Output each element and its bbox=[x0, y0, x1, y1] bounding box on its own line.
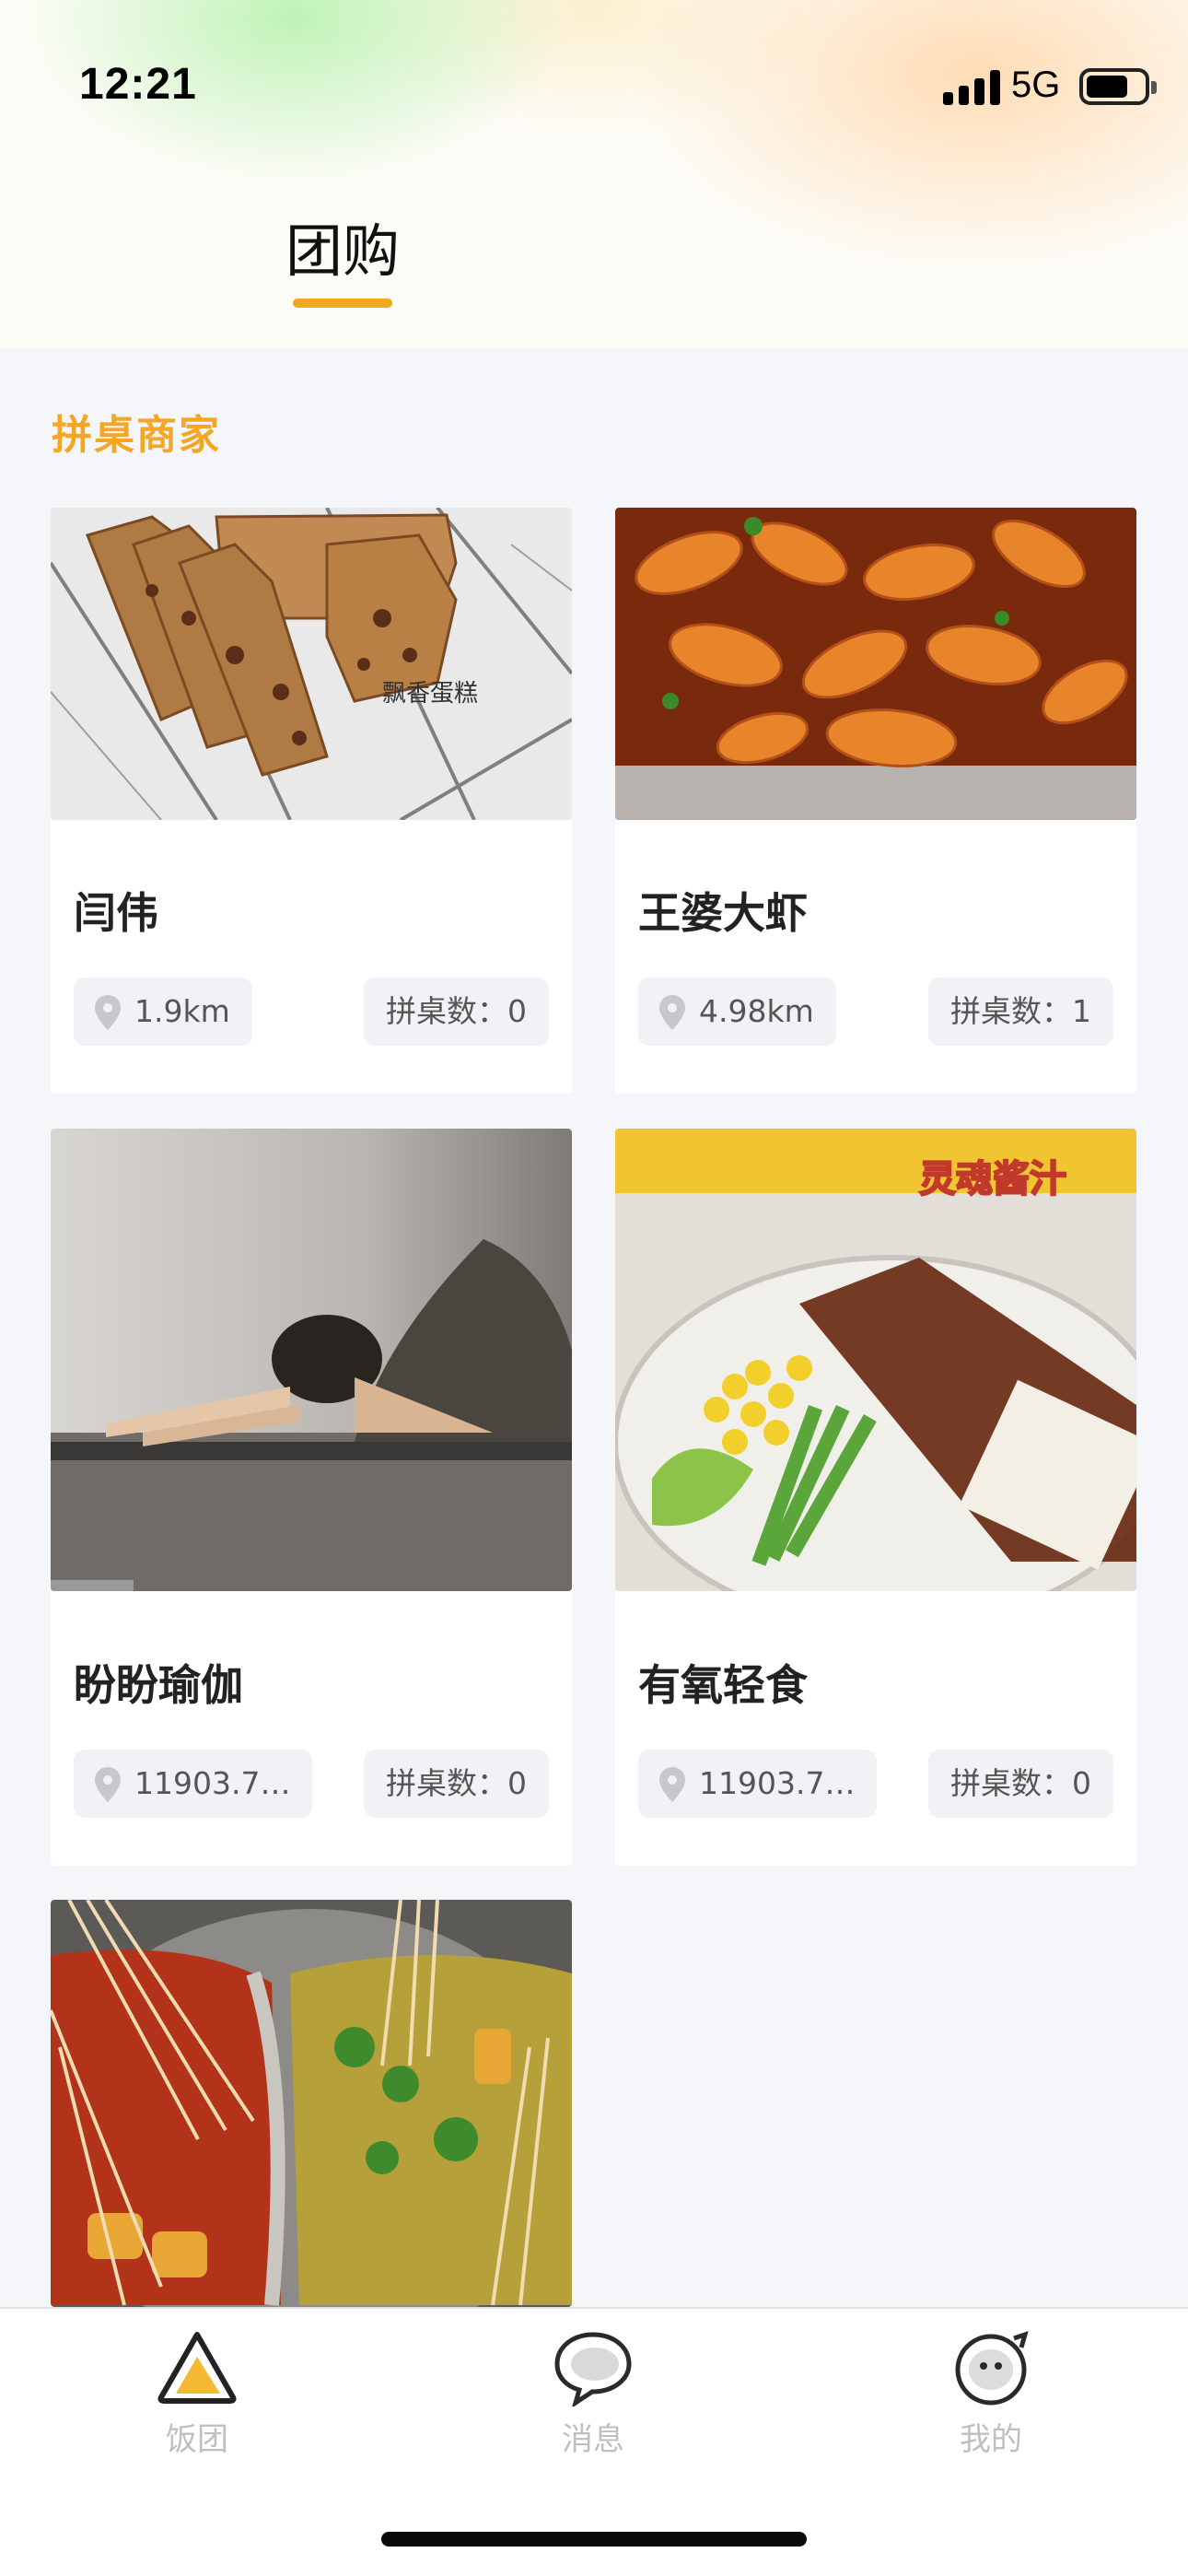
status-bar: 12:21 5G bbox=[0, 0, 1188, 175]
battery-icon bbox=[1079, 68, 1157, 105]
table-count-label: 拼桌数： bbox=[386, 1765, 507, 1801]
distance-badge: 1.9km bbox=[74, 978, 252, 1046]
distance-badge: 11903.7… bbox=[638, 1750, 878, 1818]
yoga-pose-photo bbox=[51, 1129, 572, 1591]
merchant-name: 王婆大虾 bbox=[638, 888, 808, 938]
merchant-name: 盼盼瑜伽 bbox=[74, 1660, 243, 1710]
message-bubble-icon bbox=[554, 2332, 632, 2406]
overlay-text: 灵魂酱汁 bbox=[919, 1158, 1066, 1200]
tab-messages[interactable]: 消息 bbox=[501, 2329, 685, 2459]
merchant-card[interactable]: 飘香蛋糕 闫伟 1.9km 拼桌数：0 bbox=[51, 508, 572, 1094]
tab-label: 消息 bbox=[562, 2421, 624, 2458]
table-count-label: 拼桌数： bbox=[386, 993, 507, 1029]
table-count-badge: 拼桌数：0 bbox=[364, 978, 549, 1046]
distance-text: 1.9km bbox=[134, 993, 230, 1029]
table-count-label: 拼桌数： bbox=[950, 1765, 1072, 1801]
hotpot-skewers-photo bbox=[51, 1900, 572, 2307]
merchant-card[interactable]: 盼盼瑜伽 11903.7… 拼桌数：0 bbox=[51, 1129, 572, 1866]
merchant-name: 有氧轻食 bbox=[638, 1660, 808, 1710]
table-count-label: 拼桌数： bbox=[950, 993, 1072, 1029]
location-pin-icon bbox=[659, 1767, 685, 1802]
table-count-value: 0 bbox=[507, 993, 527, 1029]
signal-icon bbox=[943, 70, 1000, 105]
tab-fantuan[interactable]: 饭团 bbox=[105, 2329, 289, 2459]
table-count-value: 1 bbox=[1072, 993, 1091, 1029]
tab-indicator bbox=[293, 299, 392, 308]
merchant-card[interactable] bbox=[51, 1900, 572, 2307]
fantuan-icon bbox=[157, 2332, 237, 2404]
table-count-value: 0 bbox=[507, 1765, 527, 1801]
distance-text: 11903.7… bbox=[699, 1765, 856, 1801]
distance-text: 11903.7… bbox=[134, 1765, 291, 1801]
salad-sauce-photo: 灵魂酱汁 bbox=[615, 1129, 1136, 1591]
location-pin-icon bbox=[95, 995, 121, 1030]
spicy-shrimp-photo bbox=[615, 508, 1136, 820]
tab-groupbuy[interactable]: 团购 bbox=[285, 205, 400, 287]
location-pin-icon bbox=[659, 995, 685, 1030]
location-pin-icon bbox=[95, 1767, 121, 1802]
distance-badge: 4.98km bbox=[638, 978, 836, 1046]
merchant-name: 闫伟 bbox=[74, 888, 158, 938]
table-count-badge: 拼桌数：0 bbox=[928, 1750, 1113, 1818]
profile-face-icon bbox=[955, 2331, 1029, 2406]
home-indicator bbox=[381, 2532, 807, 2547]
network-label: 5G bbox=[1011, 64, 1061, 105]
tab-profile[interactable]: 我的 bbox=[899, 2329, 1083, 2459]
tab-label: 饭团 bbox=[166, 2421, 228, 2458]
watermark-text: 飘香蛋糕 bbox=[382, 680, 478, 708]
merchant-card[interactable]: 灵魂酱汁 有氧轻食 11903.7… 拼桌数：0 bbox=[615, 1129, 1136, 1866]
bread-loaf-photo: 飘香蛋糕 bbox=[51, 508, 572, 820]
table-count-badge: 拼桌数：0 bbox=[364, 1750, 549, 1818]
table-count-value: 0 bbox=[1072, 1765, 1091, 1801]
table-count-badge: 拼桌数：1 bbox=[928, 978, 1113, 1046]
status-time: 12:21 bbox=[79, 60, 197, 109]
tab-label: 我的 bbox=[960, 2421, 1022, 2458]
header: 12:21 5G 团购 bbox=[0, 0, 1188, 348]
distance-badge: 11903.7… bbox=[74, 1750, 313, 1818]
distance-text: 4.98km bbox=[699, 993, 814, 1029]
section-title: 拼桌商家 bbox=[52, 412, 221, 459]
merchant-card[interactable]: 王婆大虾 4.98km 拼桌数：1 bbox=[615, 508, 1136, 1094]
